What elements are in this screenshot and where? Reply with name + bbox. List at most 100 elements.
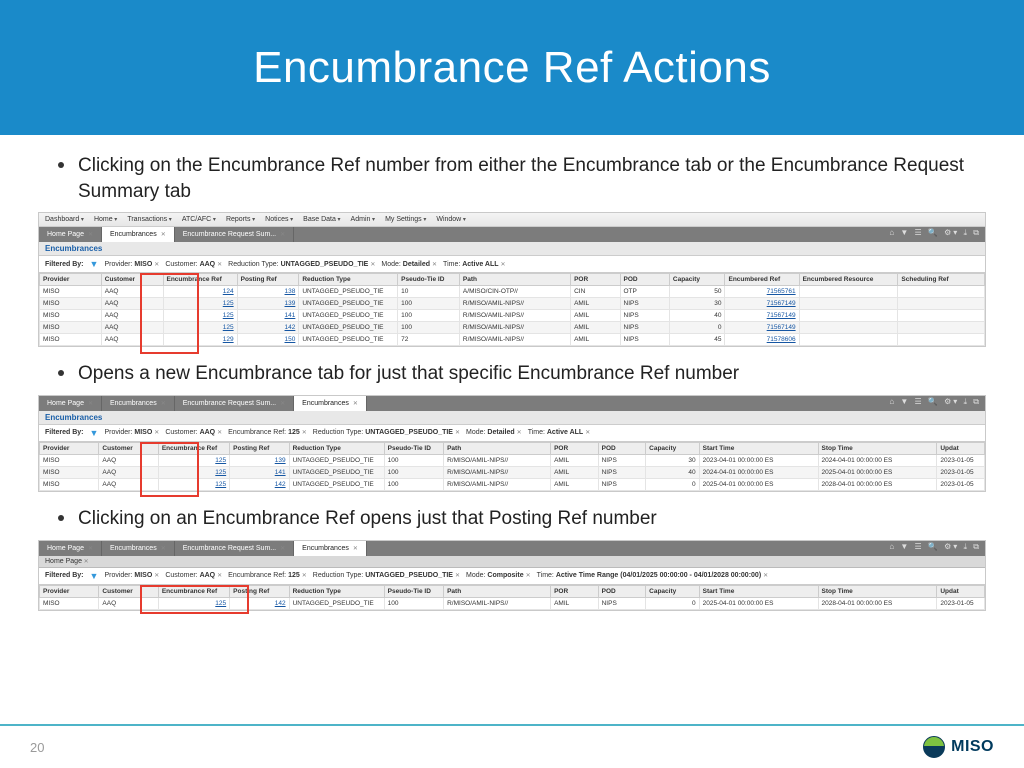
ref-link[interactable]: 125 xyxy=(215,457,226,464)
remove-icon[interactable]: ✕ xyxy=(370,262,375,268)
column-header[interactable]: POR xyxy=(551,585,599,597)
filter-chip[interactable]: Encumbrance Ref: 125✕ xyxy=(228,572,307,579)
column-header[interactable]: Encumbrance Ref xyxy=(163,274,237,286)
ribbon-item[interactable]: Window xyxy=(436,216,466,223)
remove-icon[interactable]: ✕ xyxy=(217,430,222,436)
filter-chip[interactable]: Encumbrance Ref: 125✕ xyxy=(228,429,307,436)
filter-chip[interactable]: Customer: AAQ✕ xyxy=(165,429,222,436)
ref-link[interactable]: 142 xyxy=(275,481,286,488)
tab[interactable]: Encumbrances✕ xyxy=(294,396,367,411)
close-icon[interactable]: ✕ xyxy=(353,545,358,552)
tab[interactable]: Encumbrance Request Sum...✕ xyxy=(175,227,294,242)
ref-link[interactable]: 71567149 xyxy=(767,312,796,319)
remove-icon[interactable]: ✕ xyxy=(585,430,590,436)
close-icon[interactable]: ✕ xyxy=(88,231,93,238)
close-icon[interactable]: ✕ xyxy=(280,545,285,552)
ref-link[interactable]: 125 xyxy=(215,481,226,488)
column-header[interactable]: Path xyxy=(444,585,551,597)
tab[interactable]: Home Page✕ xyxy=(39,396,102,411)
filter-chip[interactable]: Mode: Composite✕ xyxy=(466,572,531,579)
filter-chip[interactable]: Reduction Type: UNTAGGED_PSEUDO_TIE✕ xyxy=(228,261,375,268)
remove-icon[interactable]: ✕ xyxy=(501,262,506,268)
close-icon[interactable]: ✕ xyxy=(161,231,166,238)
column-header[interactable]: POR xyxy=(551,442,599,454)
remove-icon[interactable]: ✕ xyxy=(455,430,460,436)
toolbar-icons[interactable]: ⌂ ▼ ☰ 🔍 ⚙▾ ⤓ ⧉ xyxy=(889,397,981,407)
close-icon[interactable]: ✕ xyxy=(88,545,93,552)
tab[interactable]: Encumbrance Request Sum...✕ xyxy=(175,396,294,411)
filter-chip[interactable]: Mode: Detailed✕ xyxy=(381,261,437,268)
remove-icon[interactable]: ✕ xyxy=(302,430,307,436)
ref-link[interactable]: 150 xyxy=(285,336,296,343)
ref-link[interactable]: 138 xyxy=(285,288,296,295)
filter-chip[interactable]: Time: Active ALL✕ xyxy=(443,261,506,268)
ref-link[interactable]: 71578606 xyxy=(767,336,796,343)
remove-icon[interactable]: ✕ xyxy=(217,573,222,579)
column-header[interactable]: POD xyxy=(620,274,669,286)
column-header[interactable]: Provider xyxy=(40,442,99,454)
close-icon[interactable]: ✕ xyxy=(88,400,93,407)
column-header[interactable]: Stop Time xyxy=(818,442,937,454)
column-header[interactable]: Encumbered Resource xyxy=(799,274,898,286)
filter-chip[interactable]: Provider: MISO✕ xyxy=(104,572,159,579)
column-header[interactable]: Scheduling Ref xyxy=(898,274,985,286)
remove-icon[interactable]: ✕ xyxy=(302,573,307,579)
tab[interactable]: Encumbrance Request Sum...✕ xyxy=(175,541,294,556)
ribbon-item[interactable]: Admin xyxy=(351,216,376,223)
column-header[interactable]: Start Time xyxy=(699,585,818,597)
funnel-icon[interactable]: ▼ xyxy=(90,259,99,269)
remove-icon[interactable]: ✕ xyxy=(517,430,522,436)
close-icon[interactable]: ✕ xyxy=(280,400,285,407)
filter-chip[interactable]: Time: Active Time Range (04/01/2025 00:0… xyxy=(537,572,769,579)
ref-link[interactable]: 125 xyxy=(215,600,226,607)
ref-link[interactable]: 141 xyxy=(285,312,296,319)
column-header[interactable]: Encumbrance Ref xyxy=(158,442,229,454)
ribbon-item[interactable]: Notices xyxy=(265,216,293,223)
toolbar-icons[interactable]: ⌂ ▼ ☰ 🔍 ⚙▾ ⤓ ⧉ xyxy=(889,228,981,238)
ref-link[interactable]: 125 xyxy=(215,469,226,476)
column-header[interactable]: Start Time xyxy=(699,442,818,454)
remove-icon[interactable]: ✕ xyxy=(763,573,768,579)
column-header[interactable]: Customer xyxy=(101,274,163,286)
remove-icon[interactable]: ✕ xyxy=(217,262,222,268)
column-header[interactable]: Posting Ref xyxy=(230,585,289,597)
column-header[interactable]: Provider xyxy=(40,274,102,286)
column-header[interactable]: Capacity xyxy=(646,585,699,597)
column-header[interactable]: Reduction Type xyxy=(299,274,398,286)
ribbon-item[interactable]: My Settings xyxy=(385,216,426,223)
ribbon-item[interactable]: ATC/AFC xyxy=(182,216,216,223)
remove-icon[interactable]: ✕ xyxy=(432,262,437,268)
ref-link[interactable]: 124 xyxy=(223,288,234,295)
close-icon[interactable]: ✕ xyxy=(280,231,285,238)
ref-link[interactable]: 71567149 xyxy=(767,300,796,307)
ref-link[interactable]: 125 xyxy=(223,300,234,307)
column-header[interactable]: Path xyxy=(444,442,551,454)
tab[interactable]: Encumbrances✕ xyxy=(102,396,175,411)
column-header[interactable]: Reduction Type xyxy=(289,442,384,454)
ref-link[interactable]: 125 xyxy=(223,324,234,331)
tab[interactable]: Home Page✕ xyxy=(39,227,102,242)
ribbon-item[interactable]: Transactions xyxy=(127,216,172,223)
filter-chip[interactable]: Reduction Type: UNTAGGED_PSEUDO_TIE✕ xyxy=(313,429,460,436)
ref-link[interactable]: 139 xyxy=(275,457,286,464)
ref-link[interactable]: 71565761 xyxy=(767,288,796,295)
column-header[interactable]: Reduction Type xyxy=(289,585,384,597)
filter-chip[interactable]: Customer: AAQ✕ xyxy=(165,572,222,579)
remove-icon[interactable]: ✕ xyxy=(154,573,159,579)
tab[interactable]: Encumbrances✕ xyxy=(102,227,175,242)
close-icon[interactable]: ✕ xyxy=(353,400,358,407)
close-icon[interactable]: ✕ xyxy=(82,559,89,565)
ref-link[interactable]: 125 xyxy=(223,312,234,319)
close-icon[interactable]: ✕ xyxy=(161,545,166,552)
ref-link[interactable]: 141 xyxy=(275,469,286,476)
column-header[interactable]: Pseudo-Tie ID xyxy=(384,442,443,454)
ribbon-item[interactable]: Base Data xyxy=(303,216,340,223)
column-header[interactable]: Provider xyxy=(40,585,99,597)
filter-chip[interactable]: Provider: MISO✕ xyxy=(104,261,159,268)
ribbon-item[interactable]: Dashboard xyxy=(45,216,84,223)
remove-icon[interactable]: ✕ xyxy=(154,262,159,268)
funnel-icon[interactable]: ▼ xyxy=(90,571,99,581)
column-header[interactable]: POR xyxy=(571,274,620,286)
column-header[interactable]: Updat xyxy=(937,442,985,454)
ribbon-item[interactable]: Reports xyxy=(226,216,255,223)
